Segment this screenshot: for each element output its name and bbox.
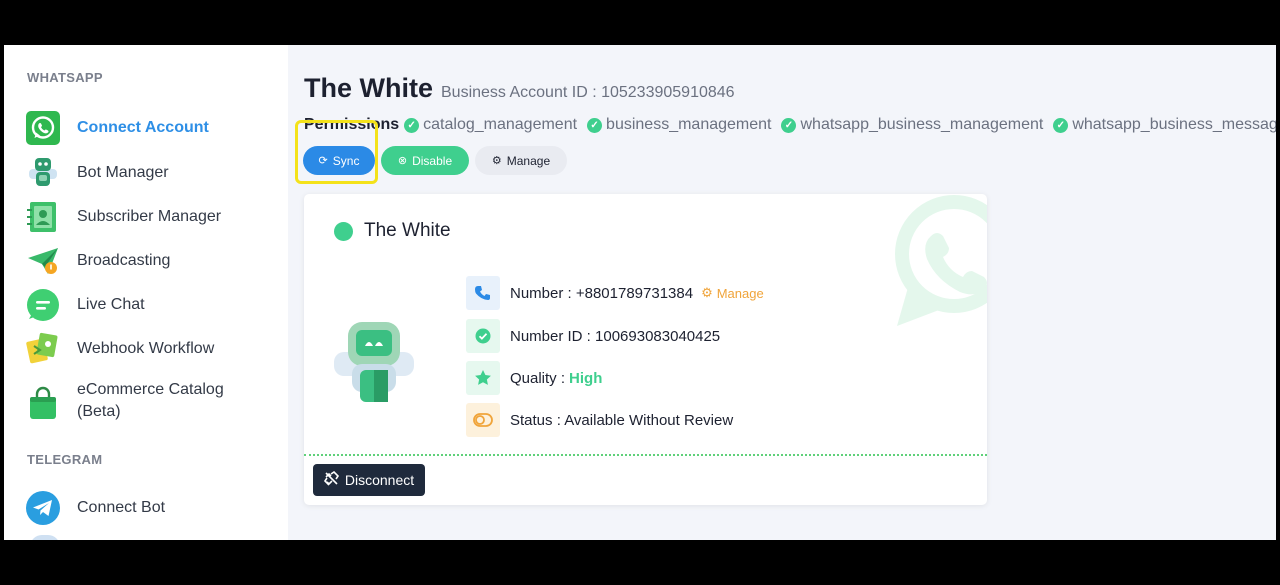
info-row-number-id: Number ID : 100693083040425 — [466, 319, 720, 353]
manage-number-link[interactable]: ⚙ Manage — [701, 285, 764, 301]
sidebar-item-label: Connect Bot — [77, 499, 166, 516]
sync-icon: ⟳ — [318, 155, 328, 167]
toggle-icon — [466, 403, 500, 437]
main-content: The White Business Account ID : 10523390… — [288, 45, 1276, 540]
disable-label: Disable — [412, 153, 453, 168]
subscriber-icon — [26, 200, 60, 234]
robot-icon — [26, 156, 60, 190]
sync-label: Sync — [332, 153, 360, 168]
sidebar-item-label: Broadcasting — [77, 252, 171, 269]
page-title: The White — [304, 73, 433, 103]
whatsapp-watermark-icon — [889, 194, 987, 341]
disable-button[interactable]: ⊗ Disable — [381, 146, 469, 175]
workflow-icon — [26, 332, 60, 366]
sidebar-item-connect-account[interactable]: Connect Account — [26, 111, 276, 145]
next-item-icon-partial — [30, 535, 60, 540]
status-dot — [334, 221, 353, 241]
check-circle-icon: ✓ — [587, 117, 603, 133]
info-row-status: Status : Available Without Review — [466, 403, 733, 437]
action-buttons: ⟳ Sync ⊗ Disable ⚙ Manage — [303, 146, 573, 175]
manage-button[interactable]: ⚙ Manage — [475, 146, 567, 175]
sync-button[interactable]: ⟳ Sync — [303, 146, 375, 175]
permission-item: ✓ whatsapp_business_messaging — [1053, 116, 1276, 134]
shopping-bag-icon — [26, 386, 60, 420]
gear-icon: ⚙ — [701, 285, 713, 300]
ecommerce-label-line1: eCommerce Catalog — [77, 381, 224, 398]
section-title-whatsapp: WHATSAPP — [27, 70, 103, 85]
sidebar-item-label: Webhook Workflow — [77, 340, 215, 357]
permissions-row: Permissions ✓ catalog_management ✓ busin… — [304, 116, 1276, 134]
permissions-label: Permissions — [304, 116, 400, 133]
sidebar-item-label: eCommerce Catalog (Beta) — [77, 379, 224, 423]
app-window: WHATSAPP Connect Account Bot Manager Sub… — [4, 45, 1276, 540]
paper-plane-icon — [26, 244, 60, 278]
disconnect-button[interactable]: Disconnect — [313, 464, 425, 496]
whatsapp-icon — [26, 111, 60, 145]
manage-link-label: Manage — [716, 285, 764, 301]
permission-name: whatsapp_business_management — [800, 116, 1044, 133]
sidebar-item-ecommerce-catalog[interactable]: eCommerce Catalog (Beta) — [26, 379, 276, 423]
status-text: Status : Available Without Review — [510, 411, 734, 429]
manage-label: Manage — [506, 153, 551, 168]
phone-number: Number : +8801789731384 — [510, 284, 694, 302]
sidebar-item-webhook-workflow[interactable]: Webhook Workflow — [26, 332, 276, 366]
card-title: The White — [334, 220, 451, 242]
chat-icon — [26, 288, 60, 322]
gear-icon: ⚙ — [491, 155, 502, 167]
ecommerce-label-line2: (Beta) — [77, 403, 121, 420]
check-circle-icon — [466, 319, 500, 353]
quality-value: High — [569, 369, 603, 387]
sidebar-item-label: Live Chat — [77, 296, 145, 313]
permission-name: catalog_management — [423, 116, 578, 133]
info-row-quality: Quality : High — [466, 361, 602, 395]
number-id: Number ID : 100693083040425 — [510, 327, 721, 345]
account-card: The White Number : +8801789731384 ⚙ Mana… — [304, 194, 987, 505]
card-divider — [304, 454, 987, 456]
page-header: The White Business Account ID : 10523390… — [304, 73, 735, 104]
sidebar-item-subscriber-manager[interactable]: Subscriber Manager — [26, 200, 276, 234]
section-title-telegram: TELEGRAM — [27, 452, 103, 467]
star-icon — [466, 361, 500, 395]
card-account-name: The White — [364, 220, 451, 241]
quality-label: Quality : — [510, 369, 566, 387]
sidebar-item-label: Connect Account — [77, 119, 209, 136]
permission-item: ✓ catalog_management — [404, 116, 577, 134]
permission-item: ✓ business_management — [587, 116, 771, 134]
times-circle-icon: ⊗ — [397, 155, 408, 167]
business-account-id: Business Account ID : 105233905910846 — [441, 84, 735, 101]
sidebar-item-label: Bot Manager — [77, 164, 169, 181]
permission-name: whatsapp_business_messaging — [1072, 116, 1276, 133]
phone-icon — [466, 276, 500, 310]
unlink-icon — [323, 470, 339, 489]
sidebar-item-label: Subscriber Manager — [77, 208, 222, 225]
permission-name: business_management — [606, 116, 772, 133]
robot-avatar-icon — [332, 322, 416, 407]
check-circle-icon: ✓ — [781, 117, 797, 133]
telegram-icon — [26, 491, 60, 525]
info-row-number: Number : +8801789731384 ⚙ Manage — [466, 276, 764, 310]
check-circle-icon: ✓ — [404, 117, 420, 133]
permission-item: ✓ whatsapp_business_management — [781, 116, 1043, 134]
disconnect-label: Disconnect — [344, 472, 415, 488]
sidebar-item-live-chat[interactable]: Live Chat — [26, 288, 276, 322]
sidebar-item-bot-manager[interactable]: Bot Manager — [26, 156, 276, 190]
sidebar-item-connect-bot[interactable]: Connect Bot — [26, 491, 276, 525]
check-circle-icon: ✓ — [1053, 117, 1069, 133]
sidebar-item-broadcasting[interactable]: Broadcasting — [26, 244, 276, 278]
sidebar: WHATSAPP Connect Account Bot Manager Sub… — [4, 45, 288, 540]
